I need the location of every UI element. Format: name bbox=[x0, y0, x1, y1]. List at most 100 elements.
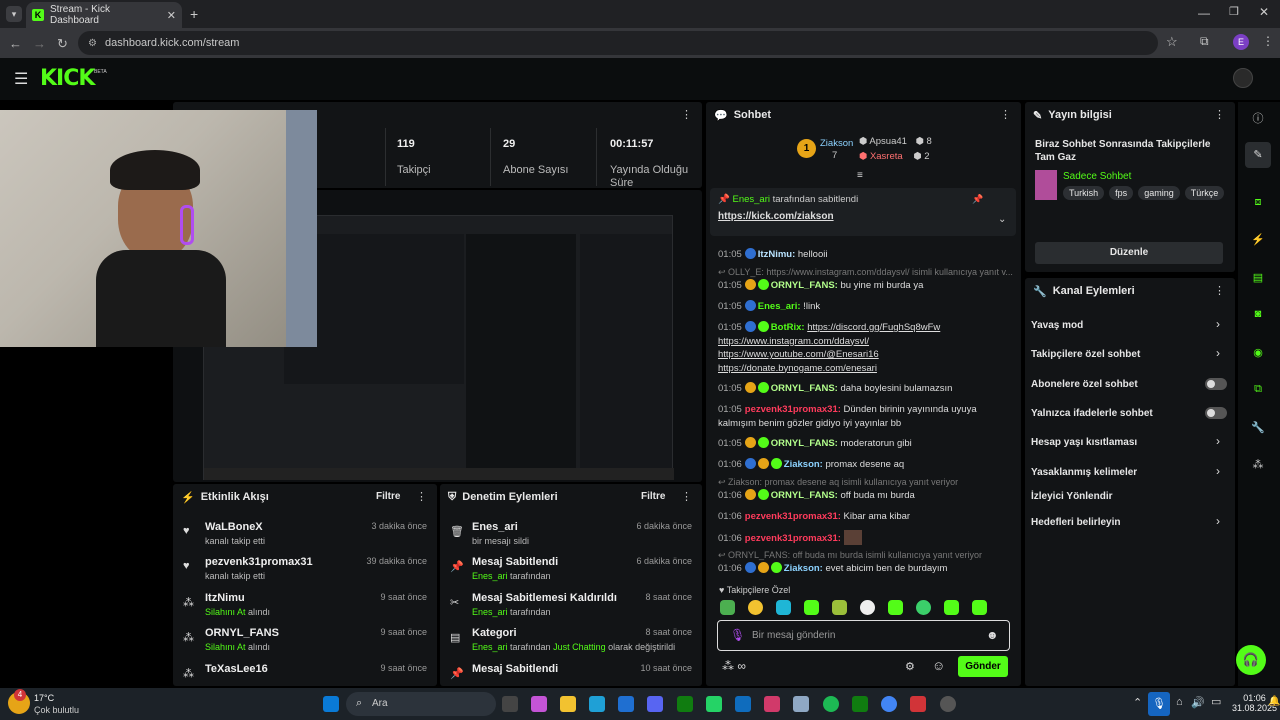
restore-icon[interactable]: ❐ bbox=[1229, 5, 1239, 18]
chat-message[interactable]: 01:05 ORNYL_FANS: daha boylesini bulamazs… bbox=[718, 382, 1014, 396]
action-host[interactable]: İzleyici Yönlendir bbox=[1031, 491, 1113, 502]
forward-icon[interactable]: → bbox=[33, 36, 46, 51]
user-avatar[interactable] bbox=[1233, 68, 1253, 88]
chrome-icon[interactable] bbox=[881, 696, 897, 712]
chat-message[interactable]: 01:05 ORNYL_FANS: moderatorun gibi bbox=[718, 437, 1014, 451]
emote[interactable] bbox=[804, 600, 819, 615]
emote[interactable] bbox=[888, 600, 903, 615]
site-info-icon[interactable]: ⚙ bbox=[88, 38, 97, 49]
action-banned-words[interactable]: Yasaklanmış kelimeler bbox=[1031, 467, 1137, 478]
action-emote-only[interactable]: Yalnızca ifadelerle sohbet bbox=[1031, 408, 1153, 419]
action-followers-only[interactable]: Takipçilere özel sohbet bbox=[1031, 349, 1140, 360]
bot-icon[interactable]: ☺ bbox=[932, 658, 945, 673]
chat-message[interactable]: 01:05 ORNYL_FANS: bu yine mi burda ya bbox=[718, 279, 1014, 293]
mic-tray-icon[interactable]: 🎙 bbox=[1148, 692, 1170, 716]
moderation-filter-button[interactable]: Filtre bbox=[641, 491, 665, 502]
notes-icon[interactable]: ▤ bbox=[1249, 271, 1267, 289]
emote[interactable] bbox=[916, 600, 931, 615]
emote[interactable] bbox=[720, 600, 735, 615]
task-view-icon[interactable] bbox=[502, 696, 518, 712]
discord-icon[interactable] bbox=[647, 696, 663, 712]
collapse-icon[interactable]: ≡ bbox=[857, 170, 863, 181]
chat-icon[interactable]: ◙ bbox=[1249, 308, 1267, 326]
tag[interactable]: gaming bbox=[1138, 186, 1180, 200]
notifications-icon[interactable]: 🔔 bbox=[1268, 696, 1280, 707]
support-icon[interactable]: 🎧 bbox=[1236, 645, 1266, 675]
stream-info-menu-icon[interactable]: ⋮ bbox=[1214, 108, 1225, 121]
channel-actions-menu-icon[interactable]: ⋮ bbox=[1214, 284, 1225, 297]
chat-input[interactable]: 🎙 Bir mesaj gönderin ☻ bbox=[717, 620, 1010, 651]
points-icon[interactable]: ⁂ bbox=[1249, 458, 1267, 476]
activity-filter-button[interactable]: Filtre bbox=[376, 491, 400, 502]
copilot-icon[interactable] bbox=[531, 696, 547, 712]
chat-message[interactable]: 01:05 ItzNimu: hellooii bbox=[718, 248, 1014, 262]
xbox-icon[interactable] bbox=[677, 696, 693, 712]
emote-only-toggle[interactable] bbox=[1205, 407, 1227, 419]
emote[interactable] bbox=[748, 600, 763, 615]
emote[interactable] bbox=[944, 600, 959, 615]
chat-message[interactable]: 01:06 ORNYL_FANS: off buda mı burda bbox=[718, 489, 1014, 503]
emote[interactable] bbox=[832, 600, 847, 615]
settings-icon[interactable] bbox=[793, 696, 809, 712]
stats-menu-icon[interactable]: ⋮ bbox=[681, 108, 692, 121]
hamburger-menu-icon[interactable]: ☰ bbox=[14, 69, 28, 89]
reload-icon[interactable]: ↻ bbox=[57, 36, 68, 52]
bookmark-star-icon[interactable]: ☆ bbox=[1166, 34, 1178, 50]
expand-chevron-icon[interactable]: ⌄ bbox=[998, 214, 1006, 225]
taskbar-search[interactable]: ⌕ Ara bbox=[346, 692, 496, 716]
chat-message[interactable]: 01:06 Ziakson: promax desene aq bbox=[718, 458, 1014, 472]
browser-tab[interactable]: K Stream - Kick Dashboard ✕ bbox=[26, 2, 182, 28]
window-close-icon[interactable]: ✕ bbox=[1259, 5, 1269, 19]
activity-menu-icon[interactable]: ⋮ bbox=[416, 490, 427, 503]
wrench-icon[interactable]: 🔧 bbox=[1249, 421, 1267, 439]
app-icon[interactable] bbox=[764, 696, 780, 712]
kick-logo[interactable]: KICK bbox=[40, 66, 95, 91]
new-tab-icon[interactable]: + bbox=[190, 6, 198, 22]
moderation-icon[interactable]: ⧉ bbox=[1249, 383, 1267, 401]
chat-message[interactable]: 01:05 pezvenk31promax31: Dünden birinin y… bbox=[718, 403, 1014, 430]
edit-button[interactable]: Düzenle bbox=[1035, 242, 1223, 264]
moderation-menu-icon[interactable]: ⋮ bbox=[681, 490, 692, 503]
tab-list-icon[interactable]: ▾ bbox=[6, 6, 22, 22]
back-icon[interactable]: ← bbox=[9, 36, 22, 51]
unpin-button-icon[interactable]: 📌 bbox=[972, 194, 983, 205]
file-explorer-icon[interactable] bbox=[560, 696, 576, 712]
emote[interactable] bbox=[972, 600, 987, 615]
info-icon[interactable]: ⓘ bbox=[1249, 110, 1267, 128]
chat-message[interactable]: 01:06 pezvenk31promax31: bbox=[718, 530, 1014, 546]
emoji-icon[interactable]: ☻ bbox=[986, 628, 999, 642]
action-goals[interactable]: Hedefleri belirleyin bbox=[1031, 517, 1120, 528]
chat-settings-icon[interactable]: ⚙ bbox=[905, 660, 915, 673]
points-icon[interactable]: ⁂ ∞ bbox=[722, 659, 746, 673]
minimize-icon[interactable]: — bbox=[1198, 6, 1210, 20]
chat-message[interactable]: 01:06 Ziakson: evet abicim ben de burdayı… bbox=[718, 562, 1014, 576]
emote[interactable] bbox=[776, 600, 791, 615]
whatsapp-icon[interactable] bbox=[706, 696, 722, 712]
volume-icon[interactable]: 🔊 bbox=[1191, 696, 1205, 709]
edge-icon[interactable] bbox=[589, 696, 605, 712]
tag[interactable]: Türkçe bbox=[1184, 186, 1225, 200]
chat-menu-icon[interactable]: ⋮ bbox=[1000, 108, 1011, 121]
extensions-icon[interactable]: ⧉ bbox=[1200, 34, 1209, 49]
chat-message[interactable]: 01:05 BotRix: https://discord.gg/FughSq8w… bbox=[718, 321, 1014, 375]
close-tab-icon[interactable]: ✕ bbox=[167, 9, 176, 22]
battery-icon[interactable]: ▭ bbox=[1211, 695, 1221, 708]
action-subscribers-only[interactable]: Abonelere özel sohbet bbox=[1031, 379, 1138, 390]
url-input[interactable]: ⚙ dashboard.kick.com/stream bbox=[78, 31, 1158, 55]
bolt-icon[interactable]: ⚡ bbox=[1249, 233, 1267, 251]
action-slow-mode[interactable]: Yavaş mod bbox=[1031, 320, 1083, 331]
outlook-icon[interactable] bbox=[735, 696, 751, 712]
edit-icon[interactable]: ✎ bbox=[1245, 142, 1271, 168]
tag[interactable]: Turkish bbox=[1063, 186, 1105, 200]
subscribers-only-toggle[interactable] bbox=[1205, 378, 1227, 390]
chat-message[interactable]: 01:05 Enes_ari: !link bbox=[718, 300, 1014, 314]
tray-chevron-icon[interactable]: ⌃ bbox=[1133, 696, 1142, 709]
action-account-age[interactable]: Hesap yaşı kısıtlaması bbox=[1031, 437, 1137, 448]
store-icon[interactable] bbox=[618, 696, 634, 712]
category-name[interactable]: Sadece Sohbet bbox=[1063, 171, 1131, 182]
pinned-link[interactable]: https://kick.com/ziakson bbox=[718, 211, 834, 222]
emote[interactable] bbox=[860, 600, 875, 615]
send-button[interactable]: Gönder bbox=[958, 656, 1008, 677]
app-icon[interactable] bbox=[910, 696, 926, 712]
profile-avatar[interactable]: E bbox=[1233, 34, 1249, 50]
